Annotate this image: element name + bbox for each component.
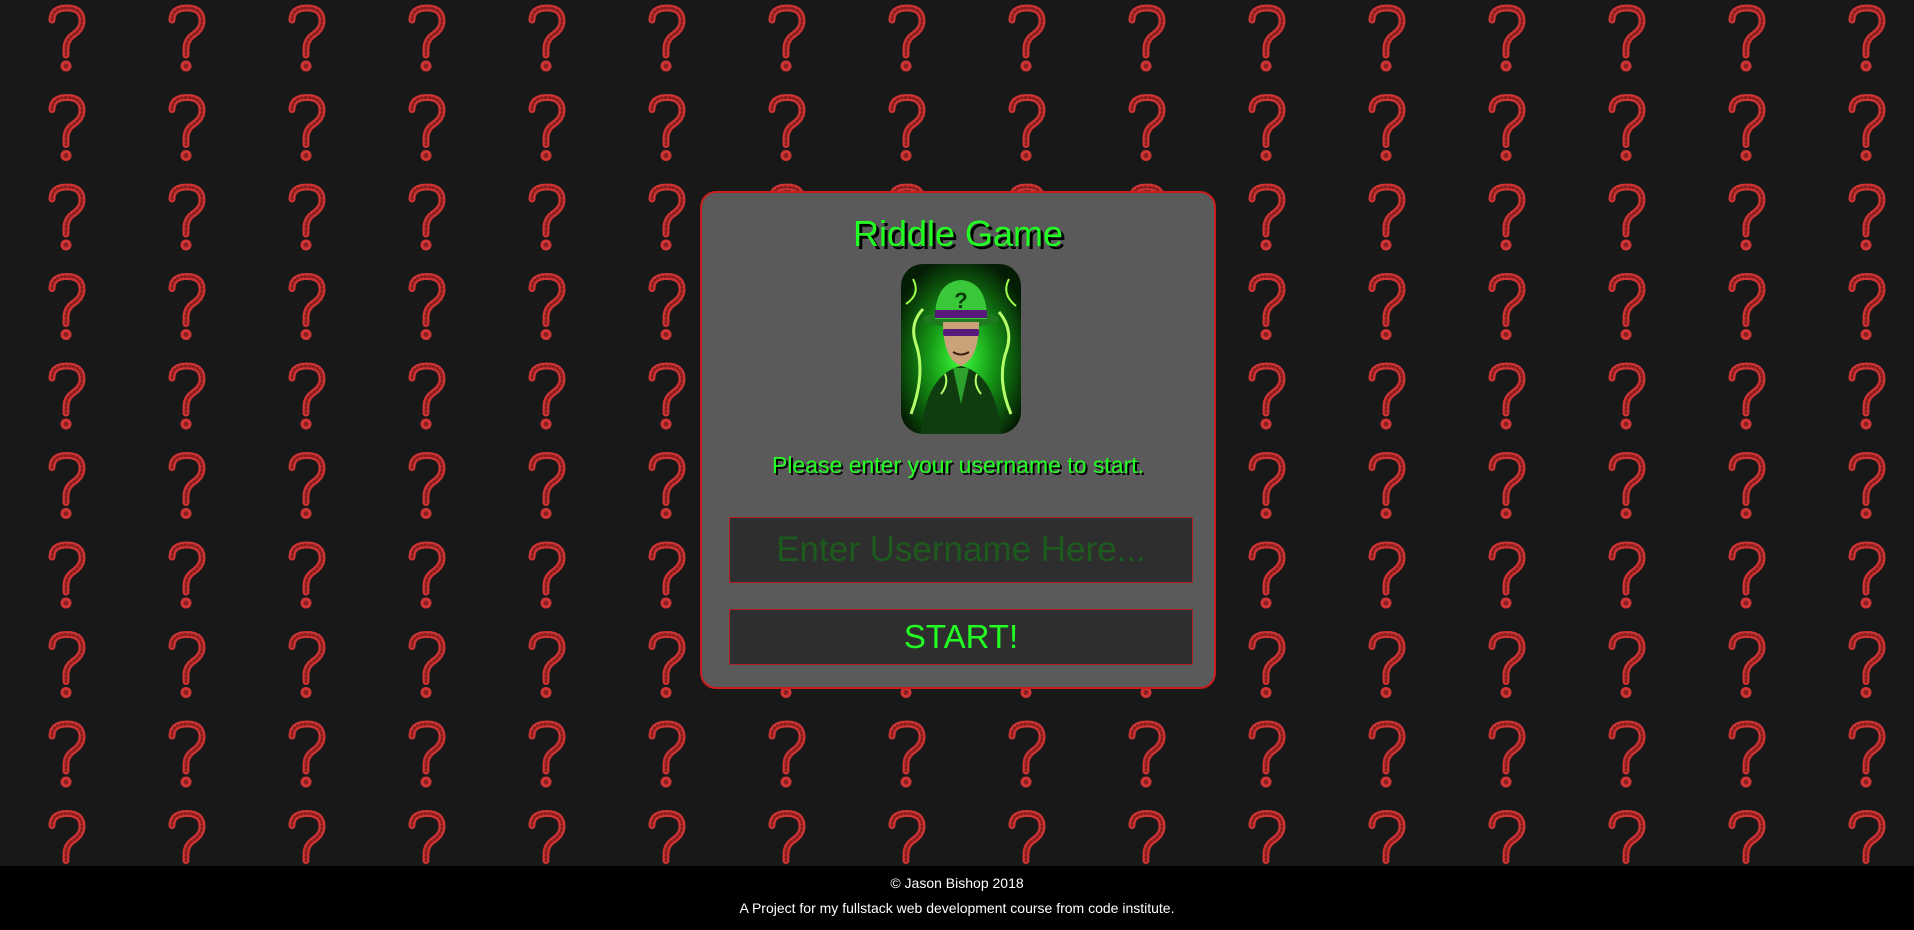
login-panel: Riddle Game ? Please enter your username… xyxy=(700,191,1216,689)
username-input[interactable] xyxy=(729,517,1193,583)
username-prompt: Please enter your username to start. xyxy=(771,452,1145,478)
footer: © Jason Bishop 2018 A Project for my ful… xyxy=(0,866,1914,930)
game-title: Riddle Game xyxy=(852,213,1064,254)
svg-text:?: ? xyxy=(954,288,967,313)
start-button[interactable]: START! xyxy=(729,609,1193,665)
footer-copyright: © Jason Bishop 2018 xyxy=(890,875,1024,891)
footer-project-note: A Project for my fullstack web developme… xyxy=(739,900,1175,916)
riddler-avatar-icon: ? xyxy=(901,264,1021,434)
